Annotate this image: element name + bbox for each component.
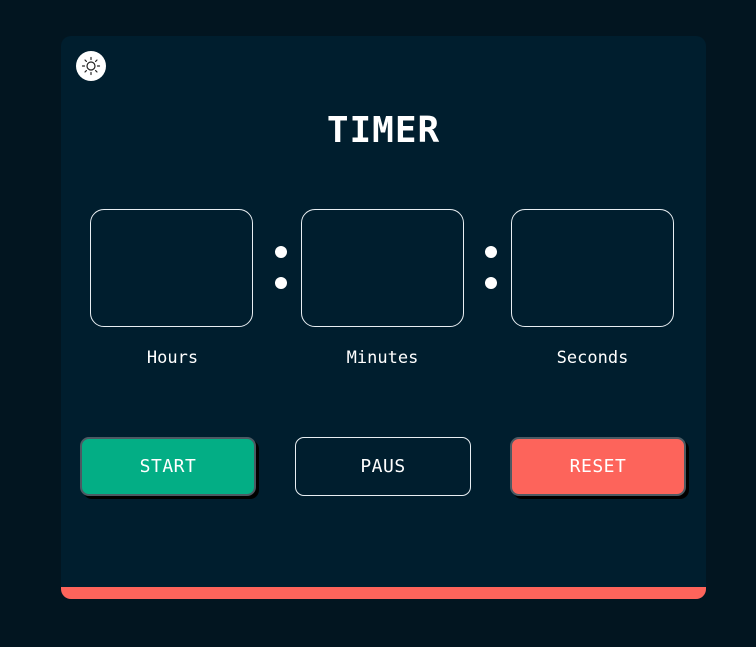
progress-bar: [61, 587, 706, 599]
colon-separator: [485, 246, 497, 294]
minutes-label: Minutes: [346, 348, 419, 368]
pause-button[interactable]: PAUS: [295, 437, 471, 496]
start-button[interactable]: START: [80, 437, 256, 496]
timer-card: TIMER Hours Minutes Seconds START PAUS R…: [61, 36, 706, 599]
reset-button[interactable]: RESET: [510, 437, 686, 496]
theme-toggle-button[interactable]: [76, 51, 106, 81]
seconds-input[interactable]: [511, 209, 674, 327]
colon-separator: [275, 246, 287, 294]
sun-icon: [81, 56, 101, 76]
hours-input[interactable]: [90, 209, 253, 327]
hours-label: Hours: [146, 348, 199, 368]
page-title: TIMER: [326, 110, 441, 151]
seconds-label: Seconds: [556, 348, 629, 368]
minutes-input[interactable]: [301, 209, 464, 327]
